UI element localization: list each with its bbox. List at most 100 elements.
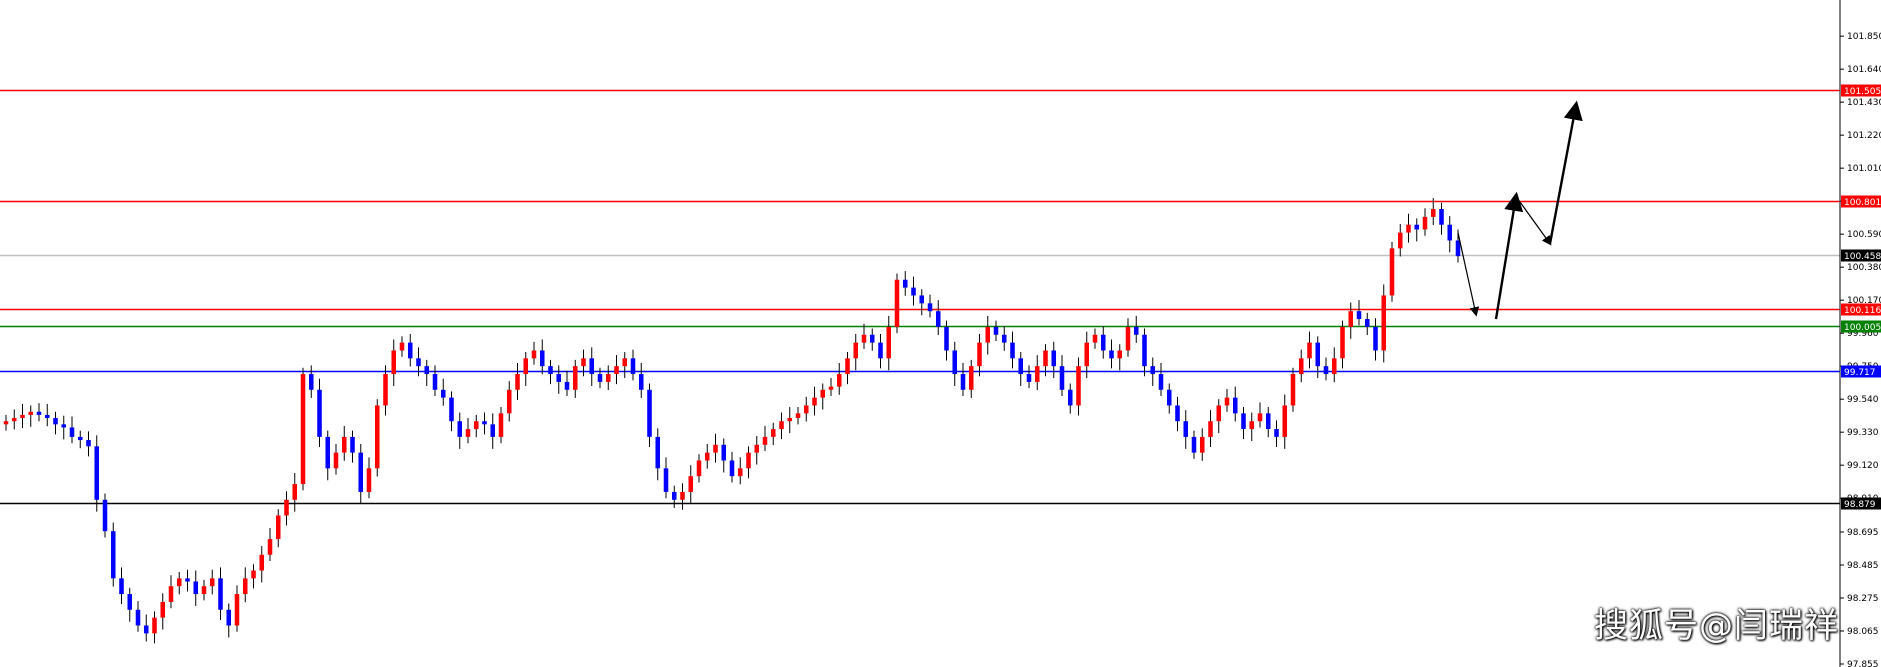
candle-body [523,358,529,375]
y-tick-label: 98.485 [1847,561,1879,571]
candle-body [317,389,322,437]
candle-body [1455,240,1461,257]
y-tick-label: 99.120 [1847,461,1879,471]
candle-body [1364,319,1370,327]
candle-body [902,279,908,288]
candle-body [36,411,42,415]
candle-body [242,578,248,595]
candle-body [333,452,339,469]
candle-body [680,491,685,500]
projection-segment [1515,196,1552,246]
candle-body [853,342,859,359]
candle-body [952,350,958,375]
candle-body [234,594,240,626]
candle-body [102,499,108,532]
candle-body [440,389,446,398]
candle-body [556,374,562,382]
y-tick-label: 100.590 [1847,230,1881,240]
candle-body [1265,413,1271,430]
level-tag-label: 98.879 [1844,500,1876,510]
candle-body [407,342,413,359]
candle-body [1406,224,1411,233]
candle-body [1232,397,1238,414]
candle-body [1109,350,1114,359]
candle-body [564,381,570,390]
candle-body [1142,334,1147,367]
y-tick-label: 98.065 [1847,627,1879,637]
candle-body [1257,413,1263,422]
y-tick-label: 101.220 [1847,131,1881,141]
candle-body [1092,334,1098,343]
candle-body [828,386,834,390]
candle-body [803,405,809,414]
candle-body [977,342,982,367]
candle-body [1414,224,1420,230]
candle-body [704,452,710,461]
candle-body [581,358,586,367]
candle-body [1059,366,1065,390]
candle-body [630,358,636,375]
candle-body [1422,216,1428,230]
candle-body [449,397,454,422]
candle-body [284,499,289,516]
candle-body [1373,326,1378,351]
candle-body [69,427,75,437]
candle-body [110,531,116,579]
candle-body [812,397,817,406]
level-tag-label: 99.717 [1844,368,1876,378]
projection-segment [1494,191,1524,320]
candle-body [1216,405,1222,422]
candlestick-chart: 101.850 101.640 101.430 101.220 101.010 100.8… [0,0,1881,667]
candle-body [1340,326,1345,359]
candle-body [1348,311,1354,327]
candle-body [399,342,405,351]
candle-body [746,452,751,469]
candle-body [1397,232,1403,249]
candle-body [94,446,100,500]
level-tag-label: 101.505 [1844,87,1881,97]
candle-body [515,374,520,390]
candle-body [1298,358,1304,375]
candle-body [259,554,265,571]
candle-body [325,436,331,469]
candle-body [1307,342,1312,359]
candle-body [548,366,553,375]
candle-body [1051,350,1057,367]
candle-body [1125,326,1131,351]
candle-body [218,578,223,610]
candle-body [605,374,611,382]
candle-body [688,476,694,492]
candle-body [77,436,83,441]
candle-body [762,436,768,445]
price-axis: 101.850 101.640 101.430 101.220 101.010 100.8… [1839,0,1881,667]
candle-body [424,366,430,375]
candle-body [1315,342,1321,367]
candle-body [1356,311,1362,320]
candle-body [275,515,281,540]
candle-body [185,578,190,582]
candle-body [597,374,603,382]
candle-body [341,436,347,453]
y-tick-label: 99.540 [1847,395,1879,405]
candle-body [944,326,949,351]
candle-body [647,389,652,437]
candle-body [1158,374,1164,390]
candle-body [308,374,314,390]
candle-body [176,578,182,587]
candle-body [119,578,124,595]
candle-body [20,414,25,419]
candle-body [919,295,925,304]
candle-body [374,405,380,469]
candle-body [358,452,364,492]
candles [3,198,1461,644]
candle-body [1282,405,1288,437]
candle-body [1117,350,1123,359]
candle-body [1175,405,1180,422]
candle-body [1381,295,1387,351]
candle-body [531,350,537,359]
candle-body [795,413,801,419]
candle-body [267,539,273,555]
y-tick-label: 100.380 [1847,263,1881,273]
candle-body [1067,389,1073,406]
candle-body [993,326,999,335]
